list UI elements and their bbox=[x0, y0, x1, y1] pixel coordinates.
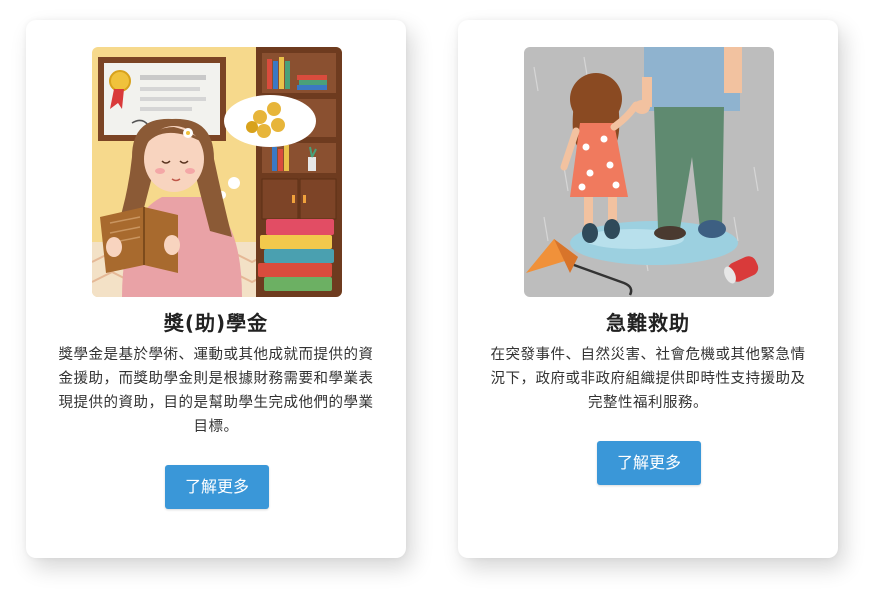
learn-more-button[interactable]: 了解更多 bbox=[597, 441, 701, 485]
card-description: 在突發事件、自然災害、社會危機或其他緊急情況下，政府或非政府組織提供即時性支持援… bbox=[490, 347, 806, 411]
emergency-aid-card: 急難救助 在突發事件、自然災害、社會危機或其他緊急情況下，政府或非政府組織提供即… bbox=[458, 20, 838, 558]
scholarship-card: 獎(助)學金 獎學金是基於學術、運動或其他成就而提供的資金援助，而獎助學金則是根… bbox=[26, 20, 406, 558]
card-title: 獎(助)學金 bbox=[163, 311, 269, 335]
scholarship-illustration bbox=[92, 47, 342, 297]
emergency-aid-illustration bbox=[524, 47, 774, 297]
card-description: 獎學金是基於學術、運動或其他成就而提供的資金援助，而獎助學金則是根據財務需要和學… bbox=[58, 347, 374, 435]
learn-more-button[interactable]: 了解更多 bbox=[165, 465, 269, 509]
card-title: 急難救助 bbox=[606, 311, 690, 335]
